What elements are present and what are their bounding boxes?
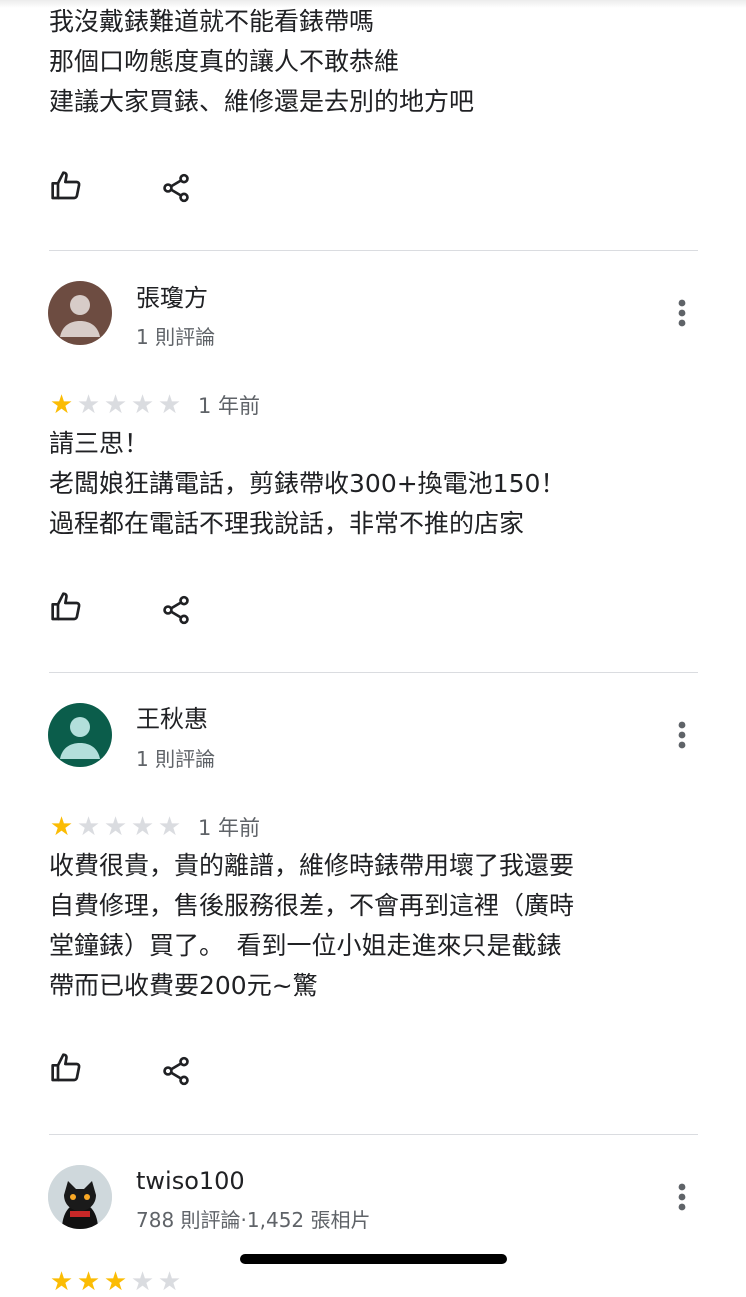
more-options-button[interactable]	[666, 293, 698, 333]
thumb-up-icon	[51, 171, 81, 200]
review-text-line: 我沒戴錶難道就不能看錶帶嗎	[49, 7, 375, 36]
star-icon: ★	[49, 812, 74, 842]
star-icon: ★	[103, 390, 128, 420]
star-rating: ★ ★ ★ ★ ★	[48, 813, 183, 841]
star-icon: ★	[157, 812, 182, 842]
like-button[interactable]	[46, 587, 86, 627]
review-text-line: 堂鐘錶）買了。 看到一位小姐走進來只是截錶	[49, 931, 562, 960]
star-rating: ★ ★ ★ ★ ★	[48, 391, 183, 419]
star-icon: ★	[76, 390, 101, 420]
reviewer-meta: 788 則評論·1,452 張相片	[136, 1208, 371, 1232]
review-text-line: 老闆娘狂講電話，剪錶帶收300+換電池150！	[49, 469, 566, 498]
thumb-up-icon	[51, 1053, 81, 1082]
home-indicator[interactable]	[240, 1254, 507, 1264]
more-vert-icon	[678, 721, 686, 749]
share-icon	[163, 595, 189, 625]
reviewer-meta: 1 則評論	[136, 325, 216, 349]
reviewer-name[interactable]: twiso100	[136, 1165, 245, 1197]
divider	[49, 250, 698, 251]
star-icon: ★	[103, 1267, 128, 1297]
star-icon: ★	[49, 390, 74, 420]
person-icon	[60, 717, 100, 759]
reviewer-name[interactable]: 王秋惠	[136, 703, 208, 735]
reviewer-name[interactable]: 張瓊方	[136, 282, 208, 314]
divider	[49, 1134, 698, 1135]
more-vert-icon	[678, 1183, 686, 1211]
share-button[interactable]	[156, 168, 196, 208]
review-text-line: 建議大家買錶、維修還是去別的地方吧	[49, 87, 475, 116]
star-icon: ★	[76, 1267, 101, 1297]
review-text-line: 請三思！	[49, 429, 150, 458]
share-button[interactable]	[156, 1051, 196, 1091]
review-text-line: 帶而已收費要200元~驚	[49, 971, 318, 1000]
reviewer-meta: 1 則評論	[136, 747, 216, 771]
review-time: 1 年前	[198, 816, 261, 840]
share-icon	[163, 173, 189, 203]
star-icon: ★	[49, 1267, 74, 1297]
more-vert-icon	[678, 299, 686, 327]
person-icon	[60, 295, 100, 337]
review-text-line: 收費很貴，貴的離譜，維修時錶帶用壞了我還要	[49, 851, 575, 880]
star-icon: ★	[157, 1267, 182, 1297]
review-time: 1 年前	[198, 394, 261, 418]
share-button[interactable]	[156, 590, 196, 630]
like-button[interactable]	[46, 1048, 86, 1088]
avatar[interactable]	[48, 1165, 112, 1229]
divider	[49, 672, 698, 673]
star-icon: ★	[130, 1267, 155, 1297]
review-text-line: 過程都在電話不理我說話，非常不推的店家	[49, 509, 525, 538]
share-icon	[163, 1056, 189, 1086]
review-text-line: 自費修理，售後服務很差，不會再到這裡（廣時	[49, 891, 575, 920]
thumb-up-icon	[51, 592, 81, 621]
star-icon: ★	[130, 812, 155, 842]
more-options-button[interactable]	[666, 715, 698, 755]
star-icon: ★	[157, 390, 182, 420]
cat-avatar-icon	[48, 1165, 112, 1229]
review-text-line: 那個口吻態度真的讓人不敢恭維	[49, 47, 400, 76]
like-button[interactable]	[46, 166, 86, 206]
star-icon: ★	[130, 390, 155, 420]
avatar[interactable]	[48, 703, 112, 767]
star-rating: ★ ★ ★ ★ ★	[48, 1268, 183, 1296]
more-options-button[interactable]	[666, 1177, 698, 1217]
star-icon: ★	[103, 812, 128, 842]
avatar[interactable]	[48, 281, 112, 345]
star-icon: ★	[76, 812, 101, 842]
